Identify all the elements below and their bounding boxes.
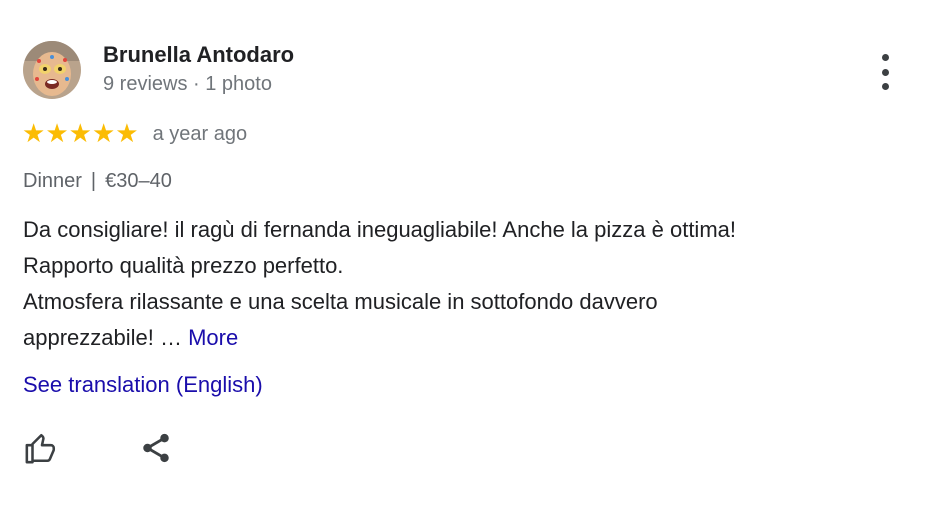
more-link[interactable]: More [188, 325, 238, 350]
review-text-line: Da consigliare! il ragù di fernanda ineg… [23, 217, 736, 242]
like-button[interactable] [21, 428, 61, 468]
share-button[interactable] [136, 428, 176, 468]
review-text-line: Rapporto qualità prezzo perfetto. [23, 253, 344, 278]
rating-row: ★ ★ ★ ★ ★ a year ago [22, 120, 247, 148]
star-icon: ★ [68, 119, 92, 149]
star-icon: ★ [22, 119, 46, 149]
author-avatar[interactable] [23, 41, 81, 99]
more-options-dot [881, 54, 889, 61]
more-options-dot [881, 83, 889, 90]
star-icon: ★ [45, 119, 69, 149]
more-vert-icon[interactable] [870, 54, 900, 90]
price-range: €30–40 [105, 170, 172, 192]
author-name[interactable]: Brunella Antodaro [103, 42, 294, 68]
review-date: a year ago [152, 122, 248, 145]
review-text-line-last: apprezzabile! … More [23, 320, 903, 356]
thumbs-up-icon [25, 433, 56, 464]
meal-separator: | [90, 170, 97, 192]
star-rating: ★ ★ ★ ★ ★ [22, 121, 139, 147]
review-text-line: Atmosfera rilassante e una scelta musica… [23, 289, 658, 314]
star-icon: ★ [91, 119, 116, 149]
review-card: Brunella Antodaro 9 reviews · 1 photo ★ ★… [0, 0, 928, 506]
review-text-line: apprezzabile! … [23, 325, 189, 350]
author-meta: 9 reviews · 1 photo [103, 73, 272, 95]
avatar-photo-icon [23, 41, 81, 99]
meal-type: Dinner [23, 170, 82, 192]
share-icon [143, 433, 169, 463]
meal-info: Dinner | €30–40 [23, 170, 172, 193]
see-translation-link[interactable]: See translation (English) [23, 372, 263, 398]
more-options-dot [881, 68, 889, 76]
star-icon: ★ [115, 119, 139, 149]
review-text: Da consigliare! il ragù di fernanda ineg… [23, 212, 903, 356]
